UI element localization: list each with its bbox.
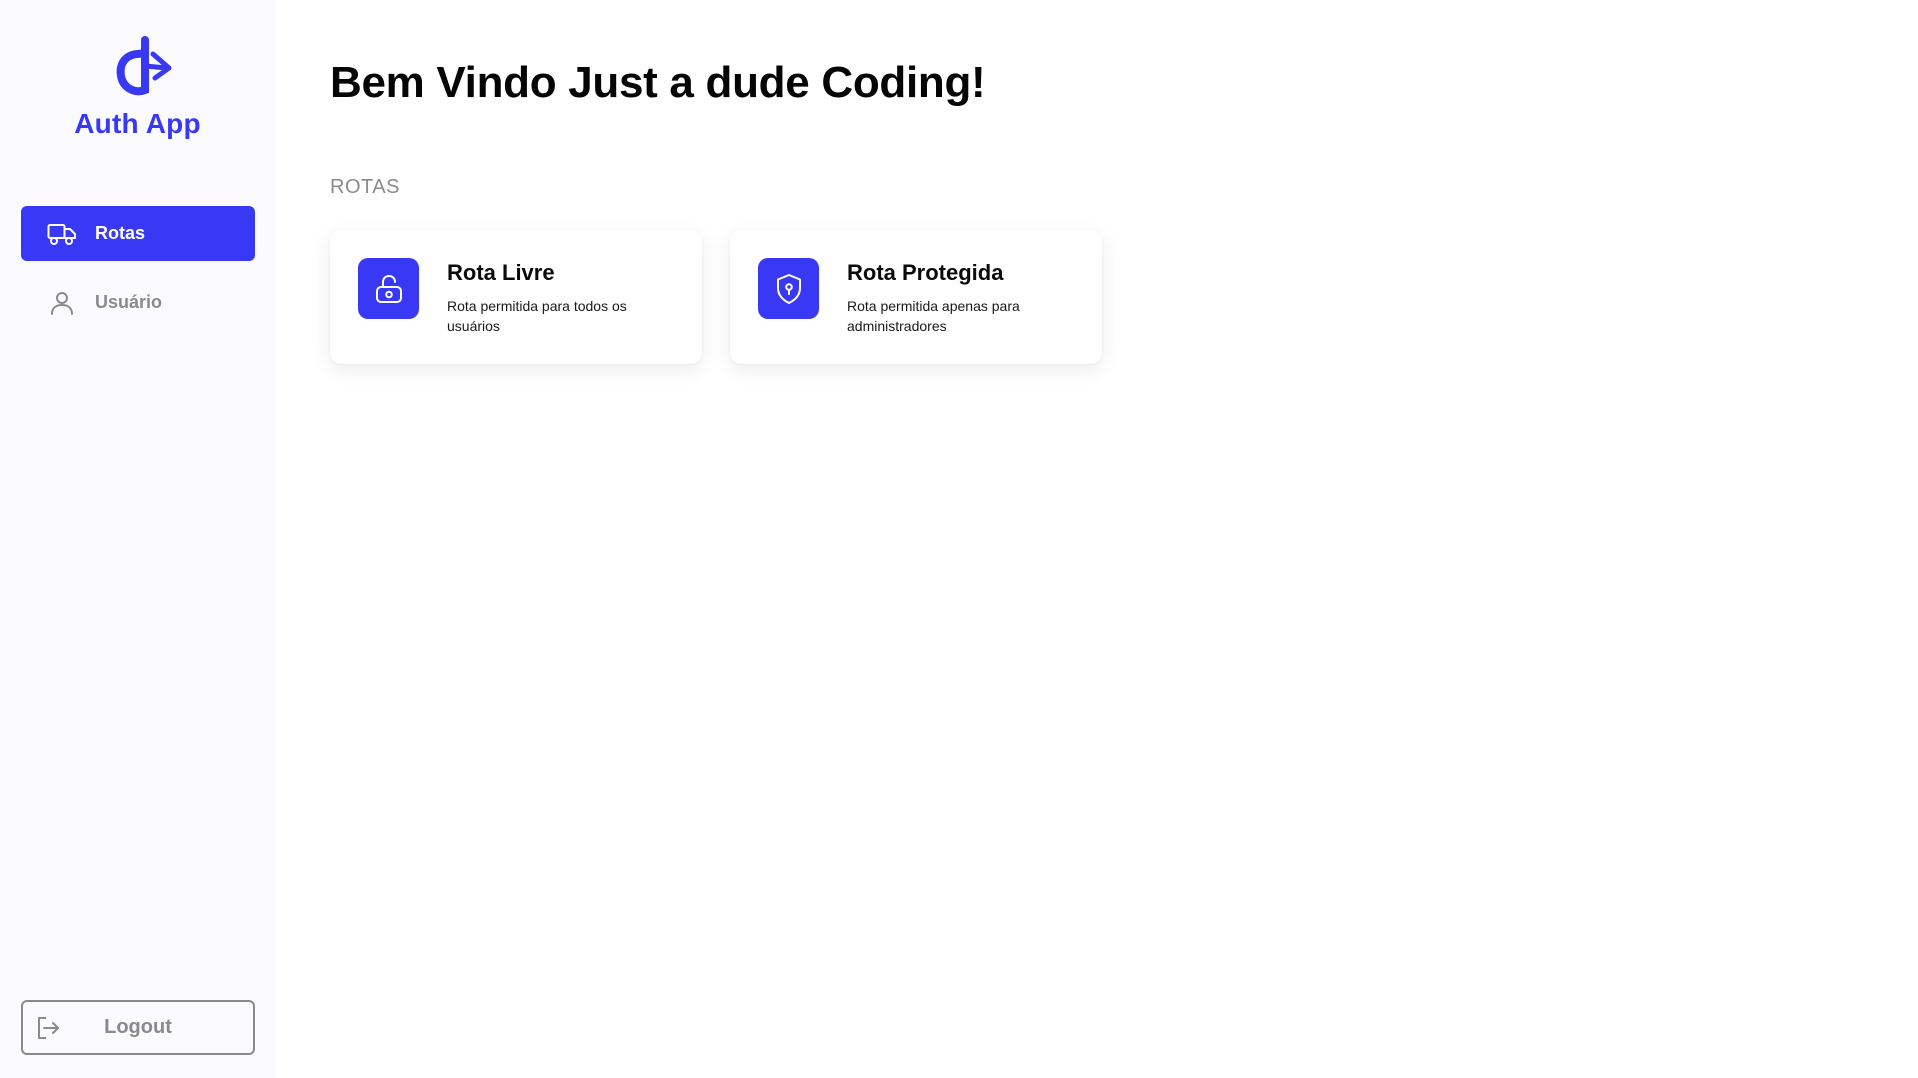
- route-cards: Rota Livre Rota permitida para todos os …: [330, 230, 1102, 364]
- sidebar: Auth App Rotas Usuário Logout: [0, 0, 275, 1078]
- card-title: Rota Livre: [447, 260, 555, 285]
- route-card-protegida[interactable]: Rota Protegida Rota permitida apenas par…: [730, 230, 1102, 364]
- main-content: Bem Vindo Just a dude Coding! ROTAS Rota…: [275, 0, 1918, 1078]
- page-title: Bem Vindo Just a dude Coding!: [330, 58, 986, 107]
- sidebar-item-label: Rotas: [95, 223, 146, 243]
- card-icon-box: [758, 258, 819, 319]
- card-icon-box: [358, 258, 419, 319]
- app-logo-icon: [116, 36, 171, 96]
- shield-icon: [776, 273, 801, 304]
- logout-button[interactable]: Logout: [21, 1000, 255, 1055]
- card-description: Rota permitida para todos os usuários: [447, 298, 627, 334]
- sidebar-item-rotas[interactable]: Rotas: [21, 206, 255, 261]
- app-root: Auth App Rotas Usuário Logout Bem Vindo …: [0, 0, 1918, 1078]
- brand[interactable]: Auth App: [0, 34, 275, 140]
- sidebar-item-label: Usuário: [95, 292, 163, 312]
- route-card-livre[interactable]: Rota Livre Rota permitida para todos os …: [330, 230, 702, 364]
- sidebar-item-usuario[interactable]: Usuário: [21, 275, 255, 330]
- sidebar-nav: Rotas Usuário: [21, 206, 255, 344]
- card-description: Rota permitida apenas para administrador…: [847, 298, 1020, 334]
- app-name: Auth App: [74, 108, 201, 139]
- truck-icon: [47, 221, 77, 247]
- card-title: Rota Protegida: [847, 260, 1004, 285]
- user-icon: [47, 290, 77, 316]
- logout-icon: [38, 1017, 59, 1039]
- section-label: ROTAS: [330, 176, 400, 198]
- unlock-icon: [375, 274, 402, 303]
